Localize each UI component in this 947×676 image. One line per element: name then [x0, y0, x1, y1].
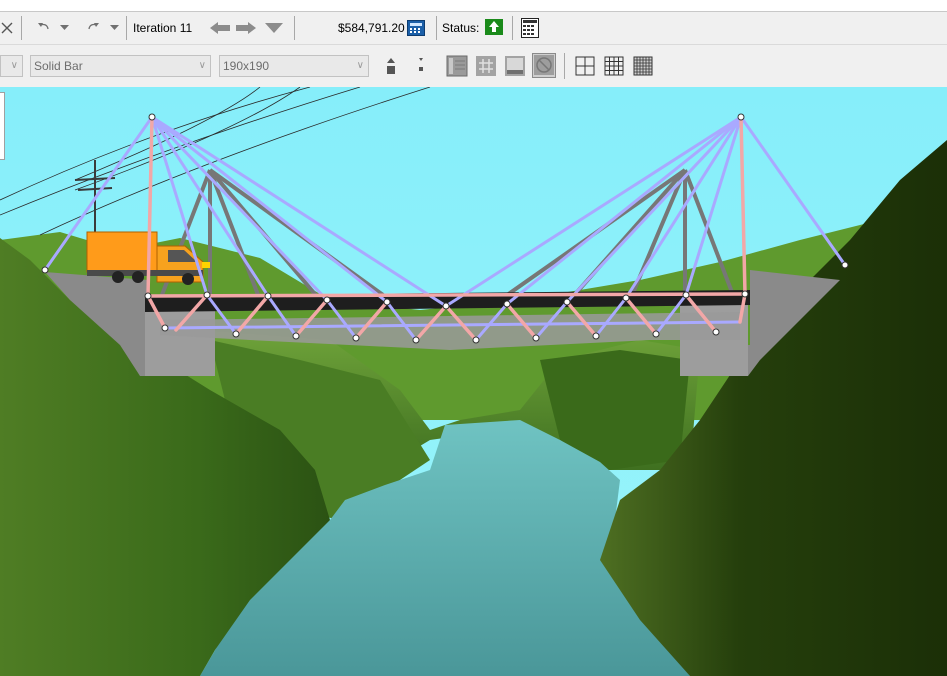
status-indicator[interactable] — [484, 18, 504, 36]
next-iteration-button[interactable] — [234, 18, 258, 38]
chevron-down-icon: ∨ — [10, 60, 18, 71]
fine-grid-icon — [633, 56, 653, 76]
grid-toggle-button[interactable] — [475, 55, 497, 77]
load-test-report-button[interactable] — [519, 17, 541, 39]
increase-size-button[interactable] — [383, 55, 399, 77]
member-list-button[interactable] — [446, 55, 468, 77]
labels-toggle-button[interactable] — [532, 53, 556, 78]
iteration-dropdown-button[interactable] — [263, 20, 285, 36]
member-toolbar: ∨ Solid Bar ∨ 190x190 ∨ — [0, 45, 947, 87]
close-button[interactable] — [0, 18, 14, 38]
undo-icon — [38, 23, 49, 30]
side-panel-edge[interactable] — [0, 92, 5, 160]
status-label: Status: — [442, 21, 480, 35]
decrease-size-button[interactable] — [413, 55, 429, 77]
toolbar-separator — [21, 16, 22, 40]
bridge-animation-view[interactable] — [0, 87, 947, 676]
previous-iteration-button[interactable] — [208, 18, 232, 38]
back-arrow-icon — [210, 22, 230, 34]
no-labels-icon — [534, 55, 554, 75]
undo-button[interactable] — [34, 18, 54, 38]
toolbar-separator — [436, 16, 437, 40]
status-pass-icon — [485, 19, 503, 35]
calculator-icon — [407, 20, 425, 36]
coarse-grid-button[interactable] — [574, 55, 596, 77]
member-table-button[interactable] — [504, 55, 526, 77]
title-strip — [0, 0, 947, 12]
iteration-dropdown-icon — [265, 23, 283, 33]
main-toolbar: Iteration 11 $584,791.20 Status: — [0, 12, 947, 45]
coarse-grid-icon — [575, 56, 595, 76]
chevron-down-icon: ∨ — [356, 60, 364, 71]
member-type-select[interactable]: ∨ — [0, 55, 23, 77]
decrease-size-icon — [419, 58, 423, 71]
chevron-down-icon — [59, 25, 69, 30]
member-table-icon — [505, 56, 525, 76]
member-size-select[interactable]: 190x190 ∨ — [219, 55, 369, 77]
member-size-value: 190x190 — [223, 59, 270, 73]
load-test-report-icon — [521, 18, 539, 38]
chevron-down-icon — [109, 25, 119, 30]
cost-calculator-button[interactable] — [405, 18, 427, 38]
undo-dropdown-button[interactable] — [58, 22, 70, 34]
member-list-icon — [446, 55, 468, 77]
close-icon — [1, 22, 13, 34]
increase-size-icon — [387, 58, 395, 74]
cross-section-select[interactable]: Solid Bar ∨ — [30, 55, 211, 77]
cross-section-value: Solid Bar — [34, 59, 83, 73]
fine-grid-button[interactable] — [632, 55, 654, 77]
cost-value: $584,791.20 — [338, 21, 405, 35]
redo-icon — [88, 23, 99, 30]
forward-arrow-icon — [236, 22, 256, 34]
redo-button[interactable] — [83, 18, 103, 38]
redo-dropdown-button[interactable] — [108, 22, 120, 34]
medium-grid-button[interactable] — [603, 55, 625, 77]
iteration-label: Iteration 11 — [133, 21, 193, 35]
medium-grid-icon — [604, 56, 624, 76]
toolbar-separator — [564, 53, 565, 79]
chevron-down-icon: ∨ — [198, 60, 206, 71]
toolbar-separator — [126, 16, 127, 40]
toolbar-separator — [294, 16, 295, 40]
toolbar-separator — [512, 16, 513, 40]
grid-icon — [476, 56, 496, 76]
